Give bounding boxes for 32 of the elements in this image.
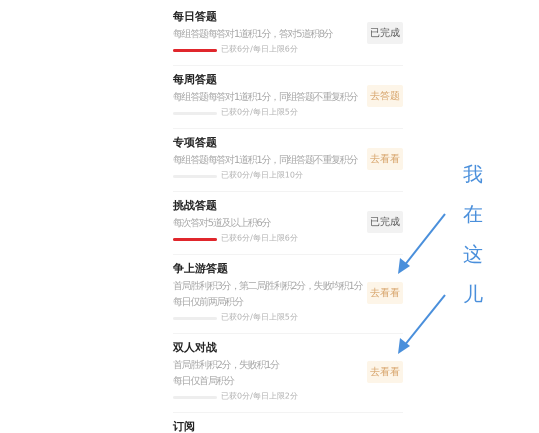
- task-title: 争上游答题: [173, 262, 229, 276]
- task-title: 订阅: [173, 420, 196, 433]
- task-title: 双人对战: [173, 341, 218, 355]
- task-description: 每组答题每答对1道积1分，同组答题不重复积分: [173, 154, 359, 167]
- progress-text: 已获0分/每日上限10分: [221, 171, 303, 181]
- progress-text: 已获0分/每日上限5分: [221, 108, 298, 118]
- task-button[interactable]: 已完成: [367, 22, 403, 44]
- task-description: 每组答题每答对1道积1分，同组答题不重复积分: [173, 91, 359, 104]
- task-button[interactable]: 去看看: [367, 361, 403, 383]
- task-description: 首局胜利积3分，第二局胜利积2分，失败均积1分: [173, 280, 364, 293]
- annotation-text: 我在这儿: [463, 161, 483, 308]
- task-description: 首局胜利积2分，失败积1分: [173, 359, 280, 372]
- task-button[interactable]: 去看看: [367, 282, 403, 304]
- progress-text: 已获0分/每日上限5分: [221, 313, 298, 323]
- task-description: 每组答题每答对1道积1分，答对5道积8分: [173, 28, 334, 41]
- progress-bar: [173, 238, 217, 240]
- progress-bar: [173, 48, 217, 52]
- task-title: 专项答题: [173, 136, 218, 150]
- arrow: [398, 294, 446, 354]
- task-title: 每日答题: [173, 10, 218, 24]
- task-button[interactable]: 去答题: [367, 85, 403, 107]
- task-description: 每次答对5道及以上积6分: [173, 217, 272, 230]
- progress-text: 已获6分/每日上限6分: [221, 234, 298, 244]
- task-button[interactable]: 已完成: [367, 211, 403, 233]
- progress-text: 已获6分/每日上限6分: [221, 45, 298, 55]
- task-description: 每日仅首局积分: [173, 375, 236, 388]
- task-title: 挑战答题: [173, 199, 218, 213]
- task-description: 每日仅前两局积分: [173, 296, 244, 309]
- progress-text: 已获0分/每日上限2分: [221, 392, 298, 402]
- task-button[interactable]: 去看看: [367, 148, 403, 170]
- task-title: 每周答题: [173, 73, 218, 87]
- arrow: [398, 213, 446, 274]
